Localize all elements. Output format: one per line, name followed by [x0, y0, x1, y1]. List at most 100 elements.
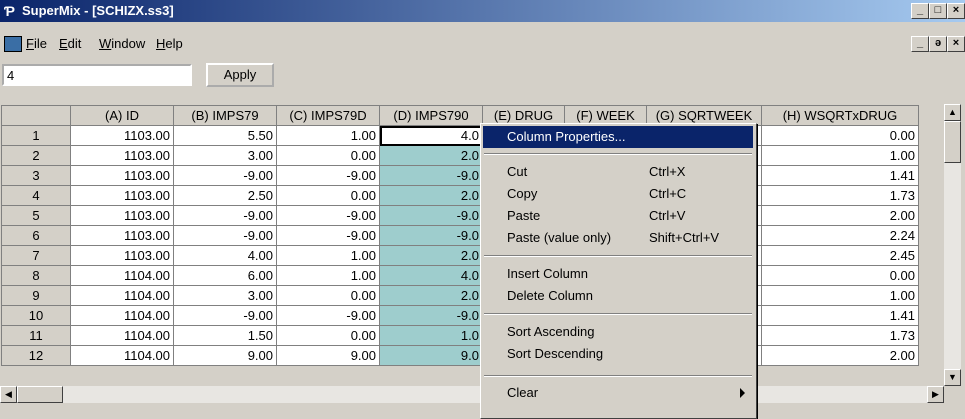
horizontal-scroll-thumb[interactable]	[17, 386, 63, 403]
cell-imps79[interactable]: -9.00	[173, 205, 277, 226]
cell-id[interactable]: 1104.00	[70, 305, 174, 326]
cell-wsqrtxdrug[interactable]: 2.45	[761, 245, 919, 266]
app-icon[interactable]: Ƥ	[4, 3, 20, 19]
row-header[interactable]: 12	[1, 345, 71, 366]
row-header[interactable]: 9	[1, 285, 71, 306]
doc-minimize-button[interactable]: _	[911, 36, 929, 52]
menu-item-cut[interactable]: Cut Ctrl+X	[483, 161, 753, 183]
close-button[interactable]: ×	[947, 3, 965, 19]
cell-imps79d[interactable]: 9.00	[276, 345, 380, 366]
row-header[interactable]: 4	[1, 185, 71, 206]
row-header[interactable]: 10	[1, 305, 71, 326]
corner-cell[interactable]	[1, 105, 71, 126]
cell-imps790[interactable]: 1.0	[379, 325, 483, 346]
cell-wsqrtxdrug[interactable]: 2.00	[761, 345, 919, 366]
menu-edit[interactable]: Edit	[59, 36, 81, 51]
row-header[interactable]: 11	[1, 325, 71, 346]
cell-imps79d[interactable]: 1.00	[276, 245, 380, 266]
cell-imps79[interactable]: 3.00	[173, 145, 277, 166]
column-header-h[interactable]: (H) WSQRTxDRUG	[761, 105, 919, 126]
menu-item-clear[interactable]: Clear	[483, 382, 753, 404]
maximize-button[interactable]: □	[929, 3, 947, 19]
cell-imps79[interactable]: -9.00	[173, 165, 277, 186]
row-header[interactable]: 1	[1, 125, 71, 146]
cell-id[interactable]: 1103.00	[70, 225, 174, 246]
menu-item-column-properties[interactable]: Column Properties...	[483, 126, 753, 148]
cell-imps79[interactable]: 6.00	[173, 265, 277, 286]
cell-wsqrtxdrug[interactable]: 1.73	[761, 185, 919, 206]
row-header[interactable]: 2	[1, 145, 71, 166]
cell-imps790[interactable]: -9.0	[379, 205, 483, 226]
scroll-right-icon[interactable]: ▶	[927, 386, 944, 403]
column-header-b[interactable]: (B) IMPS79	[173, 105, 277, 126]
cell-imps79d[interactable]: 0.00	[276, 325, 380, 346]
cell-wsqrtxdrug[interactable]: 1.00	[761, 285, 919, 306]
cell-value-input[interactable]	[2, 64, 192, 86]
cell-wsqrtxdrug[interactable]: 2.24	[761, 225, 919, 246]
cell-imps79d[interactable]: 1.00	[276, 125, 380, 146]
cell-wsqrtxdrug[interactable]: 1.41	[761, 305, 919, 326]
cell-imps79[interactable]: 4.00	[173, 245, 277, 266]
menu-help[interactable]: Help	[156, 36, 183, 51]
cell-imps79d[interactable]: -9.00	[276, 165, 380, 186]
cell-imps790[interactable]: -9.0	[379, 225, 483, 246]
menu-file[interactable]: File	[26, 36, 47, 51]
column-header-d[interactable]: (D) IMPS790	[379, 105, 483, 126]
document-icon[interactable]	[4, 36, 22, 52]
cell-wsqrtxdrug[interactable]: 1.41	[761, 165, 919, 186]
row-header[interactable]: 3	[1, 165, 71, 186]
menu-item-delete-column[interactable]: Delete Column	[483, 285, 753, 307]
cell-imps79[interactable]: 9.00	[173, 345, 277, 366]
row-header[interactable]: 8	[1, 265, 71, 286]
cell-id[interactable]: 1103.00	[70, 185, 174, 206]
cell-id[interactable]: 1103.00	[70, 205, 174, 226]
scroll-up-icon[interactable]: ▲	[944, 104, 961, 121]
row-header[interactable]: 5	[1, 205, 71, 226]
cell-imps79[interactable]: -9.00	[173, 305, 277, 326]
cell-imps790[interactable]: -9.0	[379, 305, 483, 326]
menu-window[interactable]: Window	[99, 36, 145, 51]
horizontal-scrollbar[interactable]: ◀ ▶	[0, 386, 944, 403]
doc-close-button[interactable]: ×	[947, 36, 965, 52]
row-header[interactable]: 6	[1, 225, 71, 246]
cell-wsqrtxdrug[interactable]: 1.73	[761, 325, 919, 346]
cell-imps79d[interactable]: 0.00	[276, 185, 380, 206]
minimize-button[interactable]: _	[911, 3, 929, 19]
cell-id[interactable]: 1103.00	[70, 145, 174, 166]
scroll-down-icon[interactable]: ▼	[944, 369, 961, 386]
cell-wsqrtxdrug[interactable]: 2.00	[761, 205, 919, 226]
cell-imps790[interactable]: 2.0	[379, 185, 483, 206]
cell-id[interactable]: 1103.00	[70, 245, 174, 266]
cell-imps79d[interactable]: 0.00	[276, 285, 380, 306]
menu-item-sort-ascending[interactable]: Sort Ascending	[483, 321, 753, 343]
cell-wsqrtxdrug[interactable]: 0.00	[761, 265, 919, 286]
column-header-c[interactable]: (C) IMPS79D	[276, 105, 380, 126]
vertical-scrollbar[interactable]: ▲ ▼	[944, 104, 961, 386]
menu-item-insert-column[interactable]: Insert Column	[483, 263, 753, 285]
cell-imps790[interactable]: 2.0	[379, 245, 483, 266]
cell-imps79[interactable]: 2.50	[173, 185, 277, 206]
menu-item-paste-value[interactable]: Paste (value only) Shift+Ctrl+V	[483, 227, 753, 249]
row-header[interactable]: 7	[1, 245, 71, 266]
cell-id[interactable]: 1104.00	[70, 345, 174, 366]
cell-imps79[interactable]: 1.50	[173, 325, 277, 346]
cell-imps790[interactable]: -9.0	[379, 165, 483, 186]
cell-id[interactable]: 1103.00	[70, 125, 174, 146]
menu-item-paste[interactable]: Paste Ctrl+V	[483, 205, 753, 227]
cell-imps79[interactable]: 5.50	[173, 125, 277, 146]
cell-id[interactable]: 1104.00	[70, 285, 174, 306]
cell-id[interactable]: 1103.00	[70, 165, 174, 186]
cell-imps790[interactable]: 2.0	[379, 145, 483, 166]
vertical-scroll-thumb[interactable]	[944, 121, 961, 163]
menu-item-copy[interactable]: Copy Ctrl+C	[483, 183, 753, 205]
cell-imps79d[interactable]: -9.00	[276, 225, 380, 246]
cell-imps79[interactable]: 3.00	[173, 285, 277, 306]
cell-imps790[interactable]: 4.0	[379, 125, 483, 146]
menu-item-sort-descending[interactable]: Sort Descending	[483, 343, 753, 365]
cell-imps79d[interactable]: -9.00	[276, 305, 380, 326]
cell-imps79[interactable]: -9.00	[173, 225, 277, 246]
cell-wsqrtxdrug[interactable]: 0.00	[761, 125, 919, 146]
cell-imps79d[interactable]: 1.00	[276, 265, 380, 286]
cell-imps79d[interactable]: -9.00	[276, 205, 380, 226]
scroll-left-icon[interactable]: ◀	[0, 386, 17, 403]
